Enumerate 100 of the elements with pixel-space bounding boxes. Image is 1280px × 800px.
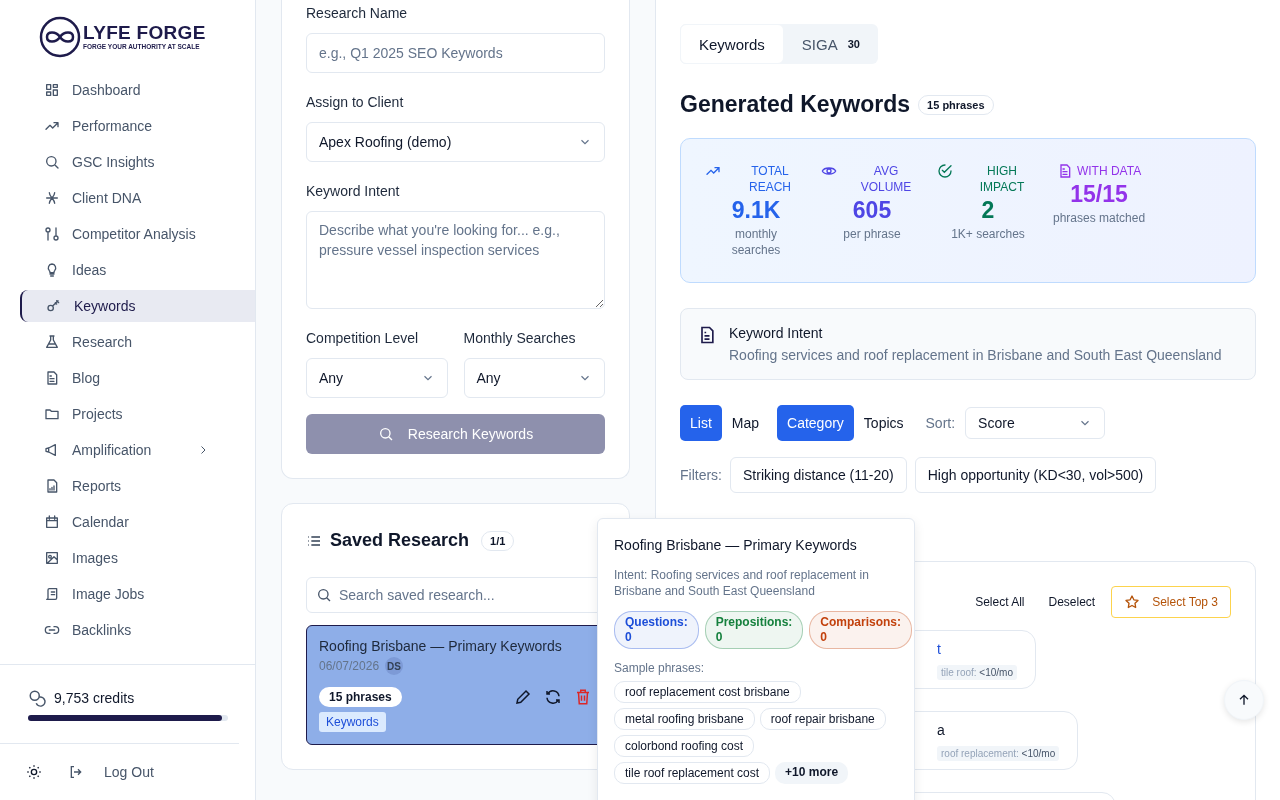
research-name-field[interactable]: e.g., Q1 2025 SEO Keywords bbox=[306, 33, 605, 73]
stat-value: 2 bbox=[981, 197, 995, 224]
search-icon bbox=[377, 426, 394, 442]
stat-caption: per phrase bbox=[843, 226, 901, 242]
flask-icon bbox=[44, 334, 60, 350]
brand-name: LYFE FORGE bbox=[83, 23, 206, 43]
coins-icon bbox=[28, 689, 46, 707]
sidebar-item[interactable]: Backlinks bbox=[20, 614, 255, 646]
phrase-chip: metal roofing brisbane bbox=[614, 708, 755, 730]
view-toggle[interactable]: Map bbox=[721, 405, 770, 441]
sidebar-item[interactable]: Amplification bbox=[20, 434, 255, 466]
count-badge: Comparisons: 0 bbox=[809, 611, 913, 649]
refresh-icon[interactable] bbox=[544, 688, 562, 706]
page-title: Generated Keywords bbox=[680, 91, 911, 118]
pencil-icon[interactable] bbox=[514, 688, 532, 706]
stat-label: TOTAL REACH bbox=[748, 163, 792, 195]
sample-label: Sample phrases: bbox=[614, 661, 706, 675]
star-icon bbox=[1124, 594, 1141, 610]
count-badge: Questions: 0 bbox=[614, 611, 699, 649]
infinity-logo-icon bbox=[39, 15, 81, 58]
grouping-toggle[interactable]: Topics bbox=[853, 405, 914, 441]
stat-caption: 1K+ searches bbox=[951, 226, 1025, 242]
stat-label: AVG VOLUME bbox=[859, 163, 913, 195]
tooltip-intent: Intent: Roofing services and roof replacement in Brisbane and South East Queensland bbox=[614, 567, 870, 599]
sort-label: Sort: bbox=[925, 415, 956, 431]
grouping-toggle[interactable]: Category bbox=[777, 405, 854, 441]
user-avatar: DS bbox=[385, 657, 404, 675]
stat-caption: phrases matched bbox=[1053, 210, 1146, 226]
sidebar-item[interactable]: Keywords bbox=[20, 290, 255, 322]
type-tag: Keywords bbox=[319, 712, 386, 732]
sidebar-item[interactable]: Ideas bbox=[20, 254, 255, 286]
more-badge: +10 more bbox=[775, 762, 849, 784]
sidebar-item[interactable]: Research bbox=[20, 326, 255, 358]
select-action[interactable]: Deselect bbox=[1040, 595, 1104, 609]
phrase-chip: roof replacement cost brisbane bbox=[614, 681, 801, 703]
sort-select[interactable]: Score bbox=[965, 407, 1106, 439]
sidebar-item[interactable]: Calendar bbox=[20, 506, 255, 538]
search-icon bbox=[316, 587, 332, 603]
stat-value: 605 bbox=[852, 197, 892, 224]
stat-label: WITH DATA bbox=[1076, 163, 1142, 179]
sidebar-item[interactable]: GSC Insights bbox=[20, 146, 255, 178]
stat-label: HIGH IMPACT bbox=[978, 163, 1026, 195]
sidebar-item[interactable]: Reports bbox=[20, 470, 255, 502]
keyword-title: t bbox=[937, 641, 942, 657]
intent-title: Keyword Intent bbox=[729, 325, 824, 341]
select-top-button[interactable]: Select Top 3 bbox=[1111, 586, 1231, 618]
report-icon bbox=[44, 478, 60, 494]
filters-label: Filters: bbox=[680, 467, 722, 483]
compare-icon bbox=[44, 226, 60, 242]
folder-icon bbox=[44, 406, 60, 422]
field-label: Monthly Searches bbox=[463, 330, 577, 346]
phrase-chip: roof repair brisbane bbox=[759, 708, 886, 730]
key-icon bbox=[46, 298, 62, 314]
filter-chip[interactable]: High opportunity (KD<30, vol>500) bbox=[914, 457, 1157, 493]
sidebar-item[interactable]: Images bbox=[20, 542, 255, 574]
tab[interactable]: Keywords bbox=[680, 24, 784, 64]
client-select[interactable]: Apex Roofing (demo) bbox=[306, 122, 605, 162]
intent-field[interactable]: Describe what you're looking for... e.g., pressure vessel inspection services bbox=[306, 211, 605, 309]
field-label: Assign to Client bbox=[306, 94, 405, 110]
keyword-title: a bbox=[937, 722, 946, 738]
section-title: Saved Research bbox=[330, 530, 470, 551]
calendar-icon bbox=[44, 514, 60, 530]
tooltip-title: Roofing Brisbane — Primary Keywords bbox=[614, 537, 858, 553]
intent-text: Roofing services and roof replacement in Brisbane and South East Queensland bbox=[729, 347, 1222, 363]
image-icon bbox=[44, 550, 60, 566]
count-badge: 15 phrases bbox=[918, 94, 994, 115]
field-label: Competition Level bbox=[306, 330, 420, 346]
count-badge: Prepositions: 0 bbox=[704, 611, 804, 649]
dna-icon bbox=[44, 190, 60, 206]
sidebar-item[interactable]: Projects bbox=[20, 398, 255, 430]
sidebar-item[interactable]: Dashboard bbox=[20, 74, 255, 106]
sidebar-item[interactable]: Blog bbox=[20, 362, 255, 394]
competition-select[interactable]: Any bbox=[306, 358, 448, 398]
sidebar-item[interactable]: Competitor Analysis bbox=[20, 218, 255, 250]
research-title: Roofing Brisbane — Primary Keywords bbox=[319, 638, 563, 654]
phrase-chip: colorbond roofing cost bbox=[614, 735, 755, 757]
filter-chip[interactable]: Striking distance (11-20) bbox=[730, 457, 907, 493]
stat-caption: monthly searches bbox=[730, 226, 782, 258]
sidebar-item[interactable]: Client DNA bbox=[20, 182, 255, 214]
scroll-icon bbox=[44, 586, 60, 602]
field-label: Research Name bbox=[306, 5, 409, 21]
stat-value: 9.1K bbox=[731, 197, 781, 224]
search-icon bbox=[44, 154, 60, 170]
credits-count: 9,753 credits bbox=[54, 690, 135, 706]
sidebar-item[interactable]: Performance bbox=[20, 110, 255, 142]
keyword-volume: roof replacement: <10/mo bbox=[937, 746, 1060, 761]
tab[interactable]: SIGA 30 bbox=[783, 24, 878, 64]
sidebar-item[interactable]: Image Jobs bbox=[20, 578, 255, 610]
stat-value: 15/15 bbox=[1070, 181, 1128, 208]
searches-select[interactable]: Any bbox=[463, 358, 605, 398]
phrase-count-badge: 15 phrases bbox=[319, 687, 402, 707]
logout-button[interactable]: Log Out bbox=[68, 764, 154, 780]
sun-icon[interactable] bbox=[26, 764, 42, 780]
view-toggle[interactable]: List bbox=[680, 405, 722, 441]
phrase-chip: tile roof replacement cost bbox=[614, 762, 771, 784]
dashboard-icon bbox=[44, 82, 60, 98]
field-label: Keyword Intent bbox=[306, 183, 401, 199]
select-action[interactable]: Select All bbox=[967, 595, 1033, 609]
count-badge: 1/1 bbox=[481, 530, 515, 551]
keyword-volume: tile roof: <10/mo bbox=[937, 665, 1017, 680]
